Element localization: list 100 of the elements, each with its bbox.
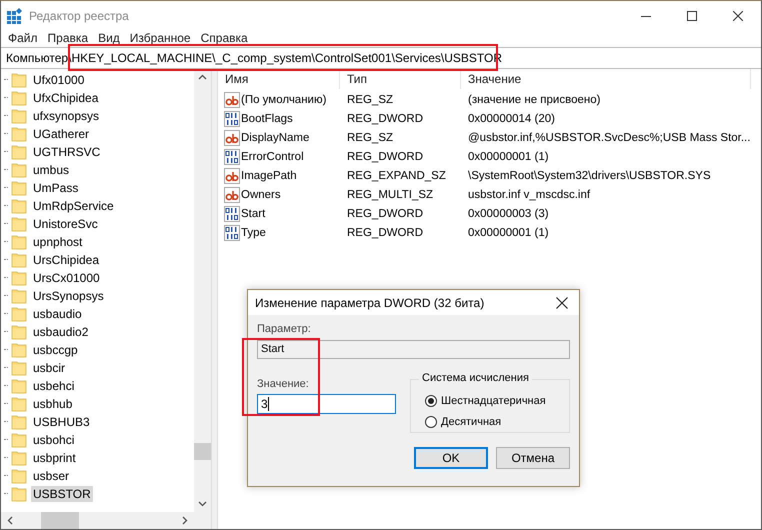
tree-item[interactable]: usbser (31, 468, 72, 484)
table-cell: DisplayName (241, 132, 310, 144)
folder-icon (11, 72, 27, 88)
tree-item[interactable]: UGTHRSVC (31, 144, 102, 160)
tree-item[interactable]: UfxChipidea (31, 90, 100, 106)
maximize-icon (687, 10, 697, 20)
column-header[interactable]: Имя (218, 69, 340, 89)
folder-icon (11, 144, 27, 160)
folder-icon (11, 108, 27, 124)
table-cell-text: 0x00000001 (1) (467, 226, 550, 238)
tree-item[interactable]: usbaudio2 (31, 324, 90, 340)
name-field[interactable]: Start (257, 340, 570, 359)
tree-item[interactable]: UGatherer (31, 126, 92, 142)
table-cell: Start (241, 208, 266, 220)
tree-item[interactable]: UnistoreSvc (31, 216, 100, 232)
table-cell-text: 0x00000003 (3) (467, 208, 550, 220)
tree-item[interactable]: usbcir (31, 360, 68, 376)
tree-item[interactable]: umbus (31, 162, 72, 178)
menu-item[interactable]: Избранное (124, 31, 196, 45)
table-cell-text: REG_DWORD (346, 208, 424, 220)
folder-icon (11, 234, 27, 250)
tree-item[interactable]: USBSTOR (31, 486, 93, 502)
scroll-down-icon[interactable] (198, 501, 208, 507)
scroll-left-icon[interactable] (7, 516, 13, 525)
table-cell: (По умолчанию) (241, 94, 326, 106)
tree-item[interactable]: USBHUB3 (31, 414, 92, 430)
folder-icon (11, 378, 27, 394)
menu-item[interactable]: Правка (42, 31, 94, 45)
window-title: Редактор реестра (29, 8, 130, 22)
radio-button[interactable] (425, 394, 437, 406)
text-value-icon (224, 186, 240, 202)
close-icon (733, 10, 743, 20)
scroll-right-icon[interactable] (182, 516, 188, 525)
table-cell-text: @usbstor.inf,%USBSTOR.SvcDesc%;USB Mass Stor... (467, 132, 752, 144)
folder-icon (11, 180, 27, 196)
field-label: Значение: (257, 378, 309, 391)
vertical-scrollbar[interactable] (194, 69, 212, 512)
tree-item[interactable]: usbaudio (31, 306, 84, 322)
table-cell-text: REG_SZ (346, 94, 394, 106)
table-cell: Owners (241, 188, 281, 200)
folder-icon (11, 396, 27, 412)
table-cell-text: REG_EXPAND_SZ (346, 170, 447, 182)
table-cell: Type (241, 226, 266, 238)
column-header[interactable]: Тип (340, 69, 461, 89)
menu-item[interactable]: Справка (196, 31, 253, 45)
table-cell-text: REG_DWORD (346, 112, 424, 124)
folder-icon (11, 342, 27, 358)
text-value-icon (224, 168, 240, 184)
folder-icon (11, 270, 27, 286)
menu-item[interactable]: Вид (93, 31, 125, 45)
radio-label[interactable]: Десятичная (441, 416, 502, 428)
tree-item[interactable]: UmPass (31, 180, 80, 196)
radio-label[interactable]: Шестнадцатеричная (441, 394, 546, 406)
folder-icon (11, 486, 27, 502)
binary-value-icon (224, 110, 240, 126)
table-cell-text: (значение не присвоено) (467, 94, 602, 106)
tree-item[interactable]: UrsCx01000 (31, 270, 102, 286)
tree-item[interactable]: usbhub (31, 396, 74, 412)
tree-item[interactable]: upnphost (31, 234, 84, 250)
folder-icon (11, 162, 27, 178)
tree-item[interactable]: usbprint (31, 450, 78, 466)
binary-value-icon (224, 206, 240, 222)
field-label: Параметр: (257, 323, 311, 336)
folder-icon (11, 90, 27, 106)
group-title: Система исчисления (419, 372, 532, 384)
tree-item[interactable]: usbehci (31, 378, 76, 394)
tree-item[interactable]: usbccgp (31, 342, 80, 358)
folder-icon (11, 360, 27, 376)
binary-value-icon (224, 224, 240, 240)
ok-button[interactable]: OK (414, 447, 488, 469)
scroll-thumb[interactable] (41, 512, 79, 529)
close-icon (556, 296, 568, 308)
binary-value-icon (224, 148, 240, 164)
folder-icon (11, 288, 27, 304)
table-cell: ErrorControl (241, 150, 304, 162)
text-value-icon (224, 92, 240, 108)
table-cell-text: \SystemRoot\System32\drivers\USBSTOR.SYS (467, 170, 712, 182)
scroll-thumb[interactable] (194, 443, 212, 460)
radio-button[interactable] (425, 416, 437, 428)
tree-item[interactable]: UmRdpService (31, 198, 116, 214)
tree-item[interactable]: UrsChipidea (31, 252, 102, 268)
folder-icon (11, 450, 27, 466)
folder-icon (11, 306, 27, 322)
table-cell: ImagePath (241, 170, 297, 182)
column-header[interactable]: Значение (461, 69, 751, 89)
value-field[interactable]: 3 (257, 394, 396, 414)
tree-item[interactable]: Ufx01000 (31, 72, 86, 88)
tree-item[interactable]: usbohci (31, 432, 76, 448)
folder-icon (11, 198, 27, 214)
folder-icon (11, 126, 27, 142)
tree-item[interactable]: UrsSynopsys (31, 288, 106, 304)
tree-item[interactable]: ufxsynopsys (31, 108, 102, 124)
table-cell-text: usbstor.inf v_mscdsc.inf (467, 188, 592, 200)
cancel-button[interactable]: Отмена (496, 447, 570, 469)
menu-item[interactable]: Файл (3, 31, 43, 45)
folder-icon (11, 216, 27, 232)
table-cell-text: REG_MULTI_SZ (346, 188, 434, 200)
folder-icon (11, 432, 27, 448)
scroll-up-icon[interactable] (198, 74, 208, 80)
table-cell-text: REG_SZ (346, 132, 394, 144)
